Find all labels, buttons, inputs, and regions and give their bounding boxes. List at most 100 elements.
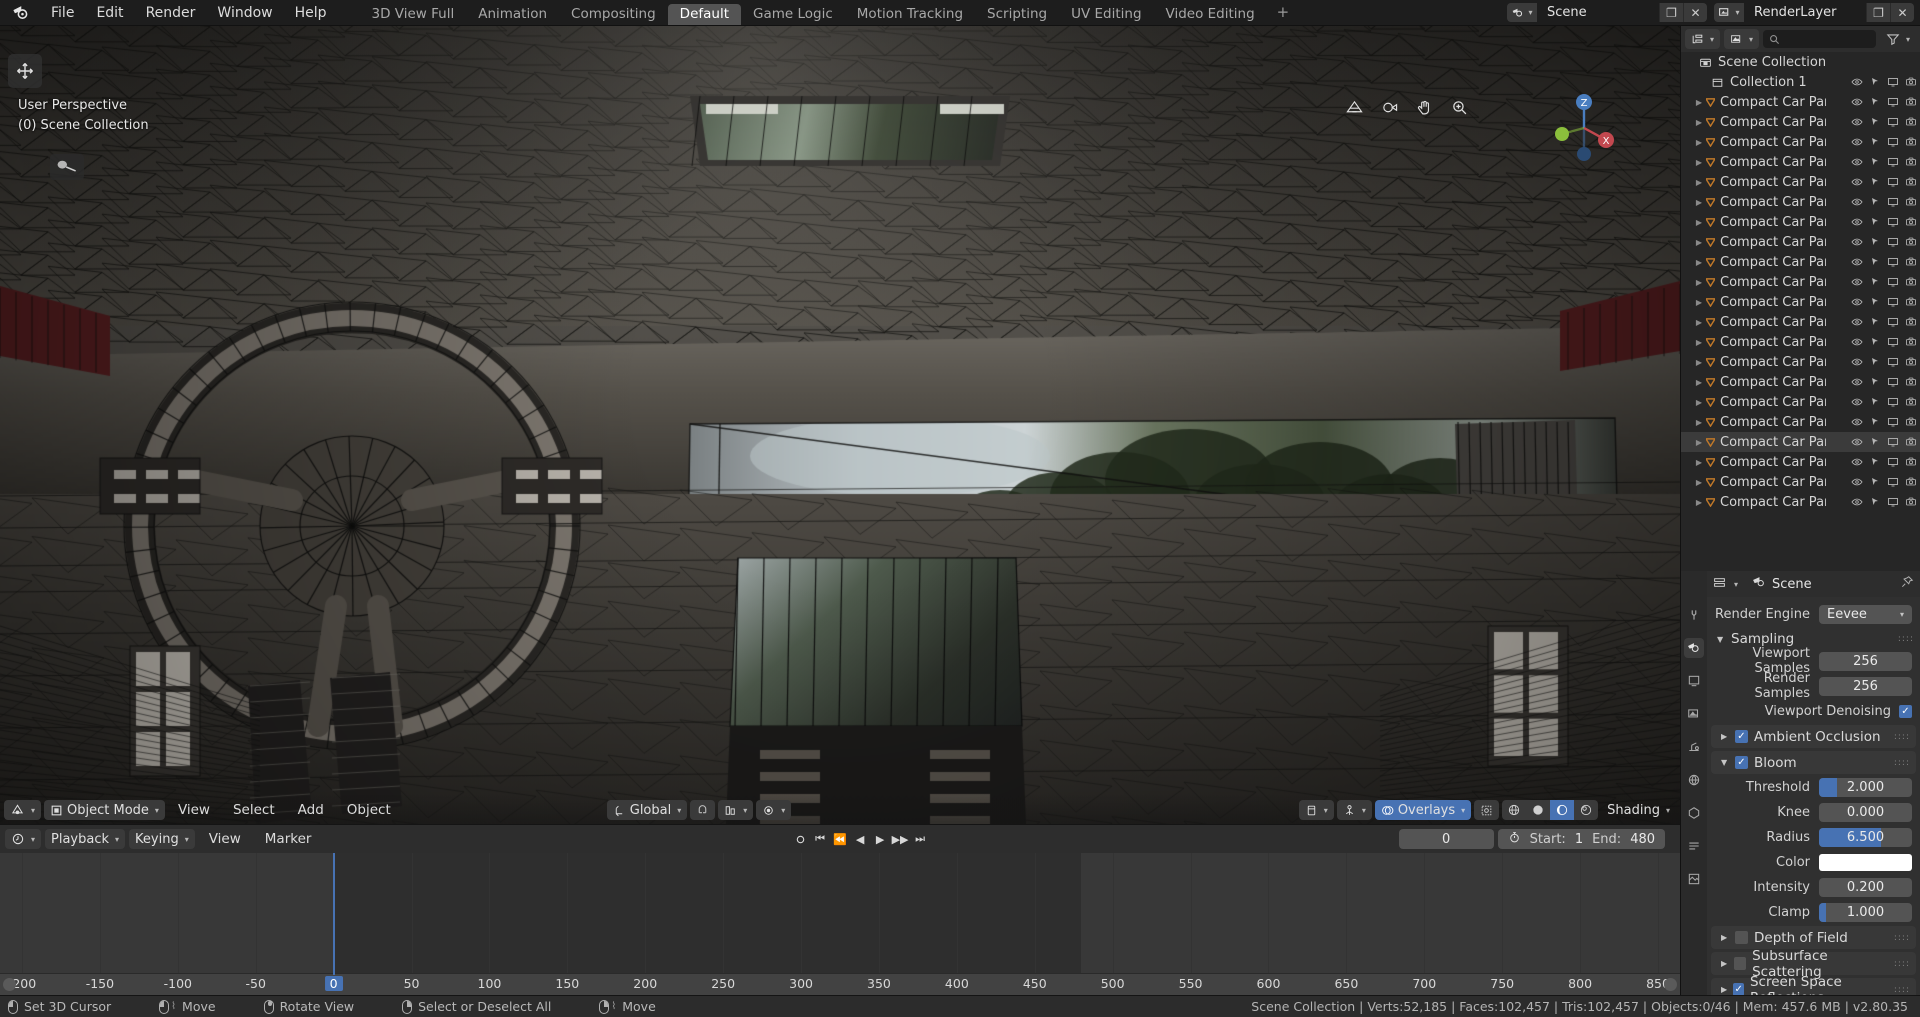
cursor-select-icon[interactable] — [1866, 452, 1884, 472]
properties-editor[interactable]: ▾ Scene Render Engine Eevee ▾ ▼ Sampling… — [1681, 571, 1920, 995]
monitor-icon[interactable] — [1884, 492, 1902, 512]
cursor-select-icon[interactable] — [1866, 292, 1884, 312]
camera-render-icon[interactable] — [1902, 232, 1920, 252]
workspace-tab-game-logic[interactable]: Game Logic — [741, 4, 845, 25]
monitor-icon[interactable] — [1884, 92, 1902, 112]
camera-render-icon[interactable] — [1902, 332, 1920, 352]
camera-render-icon[interactable] — [1902, 92, 1920, 112]
outliner-tree[interactable]: Scene Collection Collection 1 ▶ Compact … — [1681, 52, 1920, 571]
monitor-icon[interactable] — [1884, 472, 1902, 492]
monitor-icon[interactable] — [1884, 312, 1902, 332]
workspace-tab-default[interactable]: Default — [667, 4, 741, 25]
play-button[interactable]: ▶ — [871, 829, 890, 849]
monitor-icon[interactable] — [1884, 352, 1902, 372]
properties-tab-scene[interactable] — [1684, 737, 1704, 757]
panel-header-subsurface-scattering[interactable]: ▶ Subsurface Scattering :::: — [1711, 948, 1916, 980]
properties-tab-tool[interactable] — [1684, 605, 1704, 625]
outliner-row-object[interactable]: ▶ Compact Car Part.0 — [1681, 352, 1920, 372]
filter-id-icon[interactable]: ▾ — [1724, 29, 1760, 49]
cursor-select-icon[interactable] — [1866, 472, 1884, 492]
timeline-body[interactable]: -200 -150 -100 -50 0 50 100 150 200 250 300 350 400 4… — [0, 853, 1680, 995]
monitor-icon[interactable] — [1884, 432, 1902, 452]
outliner-row-object[interactable]: ▶ Compact Car Part.0 — [1681, 452, 1920, 472]
eye-icon[interactable] — [1848, 372, 1866, 392]
monitor-icon[interactable] — [1884, 412, 1902, 432]
camera-render-icon[interactable] — [1902, 112, 1920, 132]
camera-render-icon[interactable] — [1902, 272, 1920, 292]
eye-icon[interactable] — [1848, 232, 1866, 252]
eye-icon[interactable] — [1848, 392, 1866, 412]
panel-checkbox[interactable]: ✓ — [1735, 756, 1748, 769]
jump-to-end-button[interactable]: ⏭ — [911, 829, 930, 849]
workspace-tab-video-editing[interactable]: Video Editing — [1154, 4, 1267, 25]
outliner-row-object[interactable]: ▶ Compact Car Part.0 — [1681, 172, 1920, 192]
properties-tab-object[interactable] — [1684, 803, 1704, 823]
timeline-menu-keying[interactable]: Keying ▾ — [129, 829, 195, 849]
outliner-row-object[interactable]: ▶ Compact Car Part.0 — [1681, 272, 1920, 292]
properties-tab-viewlayer[interactable] — [1684, 704, 1704, 724]
editor-type-3dview-icon[interactable]: ▾ — [4, 800, 42, 820]
cursor-select-icon[interactable] — [1866, 72, 1884, 92]
add-workspace-button[interactable]: + — [1267, 0, 1300, 25]
bloom-intensity-field[interactable]: 0.200 — [1819, 877, 1912, 897]
monitor-icon[interactable] — [1884, 292, 1902, 312]
overlays-toggle[interactable]: Overlays ▾ — [1374, 800, 1472, 820]
outliner-row-object[interactable]: ▶ Compact Car Part.0 — [1681, 492, 1920, 512]
interaction-mode-selector[interactable]: Object Mode ▾ — [44, 800, 165, 820]
panel-header-bloom[interactable]: ▼ ✓ Bloom :::: — [1711, 751, 1916, 774]
viewport-menu-object[interactable]: Object — [337, 797, 401, 823]
outliner-row-object[interactable]: ▶ Compact Car Part.0 — [1681, 332, 1920, 352]
menu-render[interactable]: Render — [135, 0, 207, 26]
workspace-tab-3d-view-full[interactable]: 3D View Full — [360, 4, 467, 25]
eye-icon[interactable] — [1848, 132, 1866, 152]
jump-to-prev-keyframe-button[interactable]: ⏪ — [831, 829, 850, 849]
camera-icon[interactable] — [1378, 96, 1400, 118]
camera-render-icon[interactable] — [1902, 392, 1920, 412]
eye-icon[interactable] — [1848, 472, 1866, 492]
scene-icon[interactable]: ▾ — [1507, 3, 1537, 22]
outliner-row-object[interactable]: ▶ Compact Car Part.0 — [1681, 392, 1920, 412]
drag-handle-icon[interactable]: :::: — [1894, 933, 1916, 943]
workspace-tab-uv-editing[interactable]: UV Editing — [1059, 4, 1153, 25]
workspace-tab-compositing[interactable]: Compositing — [559, 4, 668, 25]
viewport-denoising-checkbox[interactable]: ✓ — [1899, 704, 1912, 718]
scene-name-field[interactable]: Scene — [1537, 3, 1659, 22]
monitor-icon[interactable] — [1884, 192, 1902, 212]
bloom-clamp-field[interactable]: 1.000 — [1819, 902, 1912, 922]
eye-icon[interactable] — [1848, 192, 1866, 212]
monitor-icon[interactable] — [1884, 372, 1902, 392]
cursor-select-icon[interactable] — [1866, 432, 1884, 452]
camera-render-icon[interactable] — [1902, 412, 1920, 432]
outliner-row-object[interactable]: ▶ Compact Car Part.0 — [1681, 212, 1920, 232]
camera-render-icon[interactable] — [1902, 192, 1920, 212]
viewport-light-gizmo-icon[interactable] — [50, 154, 84, 180]
monitor-icon[interactable] — [1884, 152, 1902, 172]
eye-icon[interactable] — [1848, 212, 1866, 232]
cursor-select-icon[interactable] — [1866, 412, 1884, 432]
outliner-row-collection[interactable]: Collection 1 — [1681, 72, 1920, 92]
cursor-select-icon[interactable] — [1866, 372, 1884, 392]
eye-icon[interactable] — [1848, 412, 1866, 432]
camera-render-icon[interactable] — [1902, 152, 1920, 172]
outliner-row-scene-collection[interactable]: Scene Collection — [1681, 52, 1920, 72]
grid-icon[interactable] — [1343, 96, 1365, 118]
toolbar-move-tool[interactable] — [8, 54, 42, 88]
camera-render-icon[interactable] — [1902, 72, 1920, 92]
end-frame-value[interactable]: 480 — [1630, 832, 1655, 847]
viewport-menu-view[interactable]: View — [168, 797, 220, 823]
record-icon[interactable] — [791, 829, 810, 849]
menu-edit[interactable]: Edit — [85, 0, 134, 26]
camera-render-icon[interactable] — [1902, 432, 1920, 452]
camera-render-icon[interactable] — [1902, 172, 1920, 192]
properties-tab-texture[interactable] — [1684, 869, 1704, 889]
menu-file[interactable]: File — [40, 0, 85, 26]
outliner-row-object[interactable]: ▶ Compact Car Part.0 — [1681, 312, 1920, 332]
viewlayer-name-field[interactable]: RenderLayer — [1744, 3, 1866, 22]
timeline-editor[interactable]: ▾ Playback ▾ Keying ▾ View Marker ⏮ ⏪ ◀ … — [0, 824, 1680, 995]
monitor-icon[interactable] — [1884, 272, 1902, 292]
outliner-row-object[interactable]: ▶ Compact Car Part.0 — [1681, 232, 1920, 252]
monitor-icon[interactable] — [1884, 392, 1902, 412]
cursor-select-icon[interactable] — [1866, 492, 1884, 512]
panel-checkbox[interactable] — [1734, 957, 1747, 970]
3d-viewport[interactable]: User Perspective (0) Scene Collection Z … — [0, 26, 1680, 824]
